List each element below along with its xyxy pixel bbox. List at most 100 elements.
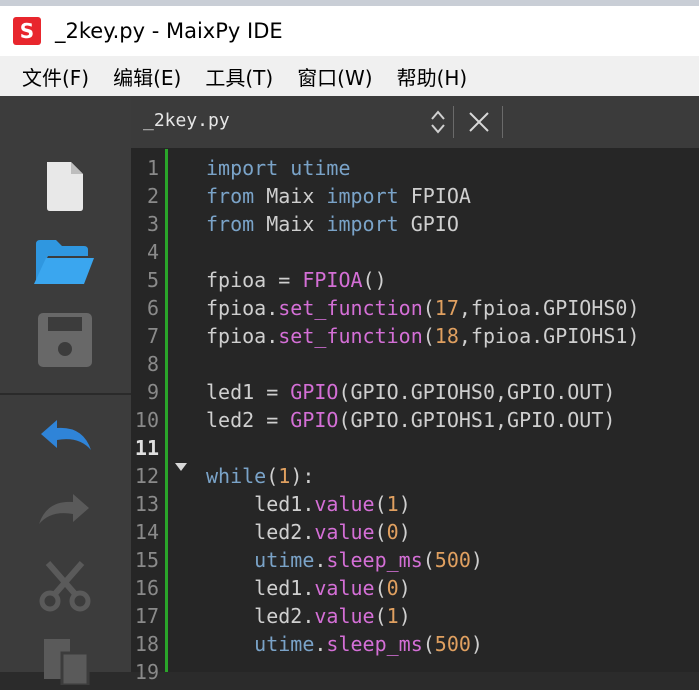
code-token: import: [326, 184, 399, 208]
code-token: (: [422, 324, 435, 348]
document-selector[interactable]: _2key.py: [143, 110, 230, 131]
code-editor[interactable]: 1 import utime 2 from Maix import FPIOA 3 fro…: [131, 149, 699, 684]
code-line[interactable]: 16 led1.value(0): [131, 574, 699, 602]
code-line[interactable]: 11: [131, 434, 699, 462]
menu-file[interactable]: 文件(F): [22, 62, 89, 91]
code-token: 0: [386, 576, 399, 600]
code-line[interactable]: 3 from Maix import GPIO: [131, 210, 699, 238]
code-text: utime.sleep_ms(500): [206, 630, 483, 658]
line-number: 2: [146, 184, 159, 208]
code-line[interactable]: 7 fpioa.set_function(18,fpioa.GPIOHS1): [131, 322, 699, 350]
code-token: 1: [278, 464, 291, 488]
redo-button[interactable]: [30, 478, 100, 542]
code-token: value: [314, 576, 375, 600]
menu-tools[interactable]: 工具(T): [205, 62, 273, 91]
code-token: 17: [434, 296, 459, 320]
code-token: value: [314, 492, 375, 516]
code-line[interactable]: 13 led1.value(1): [131, 490, 699, 518]
code-token: from: [206, 184, 255, 208]
document-tab-bar: _2key.py: [131, 96, 699, 149]
open-file-button[interactable]: [30, 230, 100, 294]
code-token: led1.: [206, 492, 315, 516]
code-token: ): [398, 492, 411, 516]
code-line[interactable]: 1 import utime: [131, 154, 699, 182]
code-token: (GPIO.GPIOHS1,GPIO.OUT): [338, 408, 616, 432]
line-number: 11: [134, 436, 159, 460]
code-token: (: [374, 520, 387, 544]
menu-window[interactable]: 窗口(W): [297, 62, 372, 91]
code-line[interactable]: 5 fpioa = FPIOA(): [131, 266, 699, 294]
cut-icon: [39, 561, 91, 612]
save-icon: [38, 313, 92, 367]
copy-button[interactable]: [30, 626, 100, 690]
code-token: (): [362, 268, 387, 292]
undo-button[interactable]: [30, 404, 100, 468]
code-line[interactable]: 12 while(1):: [131, 462, 699, 490]
menu-edit[interactable]: 编辑(E): [113, 62, 181, 91]
code-text: while(1):: [206, 462, 314, 490]
code-token: Maix: [254, 212, 327, 236]
code-token: 0: [386, 520, 399, 544]
code-token: fpioa.: [206, 324, 279, 348]
code-token: .: [314, 632, 327, 656]
code-line[interactable]: 15 utime.sleep_ms(500): [131, 546, 699, 574]
code-token: import: [206, 156, 279, 180]
code-token: utime: [206, 632, 315, 656]
code-line[interactable]: 2 from Maix import FPIOA: [131, 182, 699, 210]
code-line[interactable]: 10 led2 = GPIO(GPIO.GPIOHS1,GPIO.OUT): [131, 406, 699, 434]
code-token: sleep_ms: [326, 632, 423, 656]
code-token: fpioa =: [206, 268, 303, 292]
close-icon[interactable]: [467, 110, 491, 134]
code-token: (: [422, 548, 435, 572]
code-token: (: [422, 632, 435, 656]
line-number: 4: [146, 240, 159, 264]
code-line[interactable]: 4: [131, 238, 699, 266]
code-token: fpioa.: [206, 296, 279, 320]
code-line[interactable]: 8: [131, 350, 699, 378]
save-button[interactable]: [30, 308, 100, 372]
code-line[interactable]: 14 led2.value(0): [131, 518, 699, 546]
redo-icon: [39, 494, 89, 524]
copy-icon: [44, 639, 90, 685]
code-token: value: [314, 520, 375, 544]
line-number: 8: [146, 352, 159, 376]
code-token: ,fpioa.GPIOHS0): [458, 296, 640, 320]
code-token: import: [326, 212, 399, 236]
cut-button[interactable]: [30, 554, 100, 618]
line-number: 16: [134, 576, 159, 600]
code-text: fpioa.set_function(18,fpioa.GPIOHS1): [206, 322, 640, 350]
code-line[interactable]: 9 led1 = GPIO(GPIO.GPIOHS0,GPIO.OUT): [131, 378, 699, 406]
app-logo-icon: S: [13, 17, 41, 45]
code-token: utime: [206, 548, 315, 572]
code-line[interactable]: 6 fpioa.set_function(17,fpioa.GPIOHS0): [131, 294, 699, 322]
new-file-icon: [47, 162, 83, 211]
code-line[interactable]: 18 utime.sleep_ms(500): [131, 630, 699, 658]
toolbar-sidebar: [0, 96, 131, 685]
code-token: sleep_ms: [326, 548, 423, 572]
line-number: 5: [146, 268, 159, 292]
code-line[interactable]: 19: [131, 658, 699, 686]
code-token: from: [206, 212, 255, 236]
line-number: 9: [146, 380, 159, 404]
code-token: GPIO: [290, 408, 339, 432]
code-line[interactable]: 17 led2.value(1): [131, 602, 699, 630]
code-token: ): [398, 576, 411, 600]
sort-arrows-icon[interactable]: [429, 108, 447, 136]
code-token: set_function: [278, 324, 423, 348]
code-token: ): [398, 604, 411, 628]
code-text: led1.value(0): [206, 574, 411, 602]
toolbar-separator: [0, 393, 131, 395]
line-number: 19: [134, 660, 159, 684]
code-token: ): [398, 520, 411, 544]
menu-help[interactable]: 帮助(H): [397, 62, 468, 91]
code-token: FPIOA: [398, 184, 471, 208]
line-number: 3: [146, 212, 159, 236]
code-token: led2.: [206, 520, 315, 544]
code-token: 18: [434, 324, 459, 348]
code-token: led1 =: [206, 380, 291, 404]
line-number: 18: [134, 632, 159, 656]
code-text: led1 = GPIO(GPIO.GPIOHS0,GPIO.OUT): [206, 378, 615, 406]
title-bar: S _2key.py - MaixPy IDE: [0, 6, 699, 56]
new-file-button[interactable]: [30, 154, 100, 218]
code-token: 1: [386, 492, 399, 516]
